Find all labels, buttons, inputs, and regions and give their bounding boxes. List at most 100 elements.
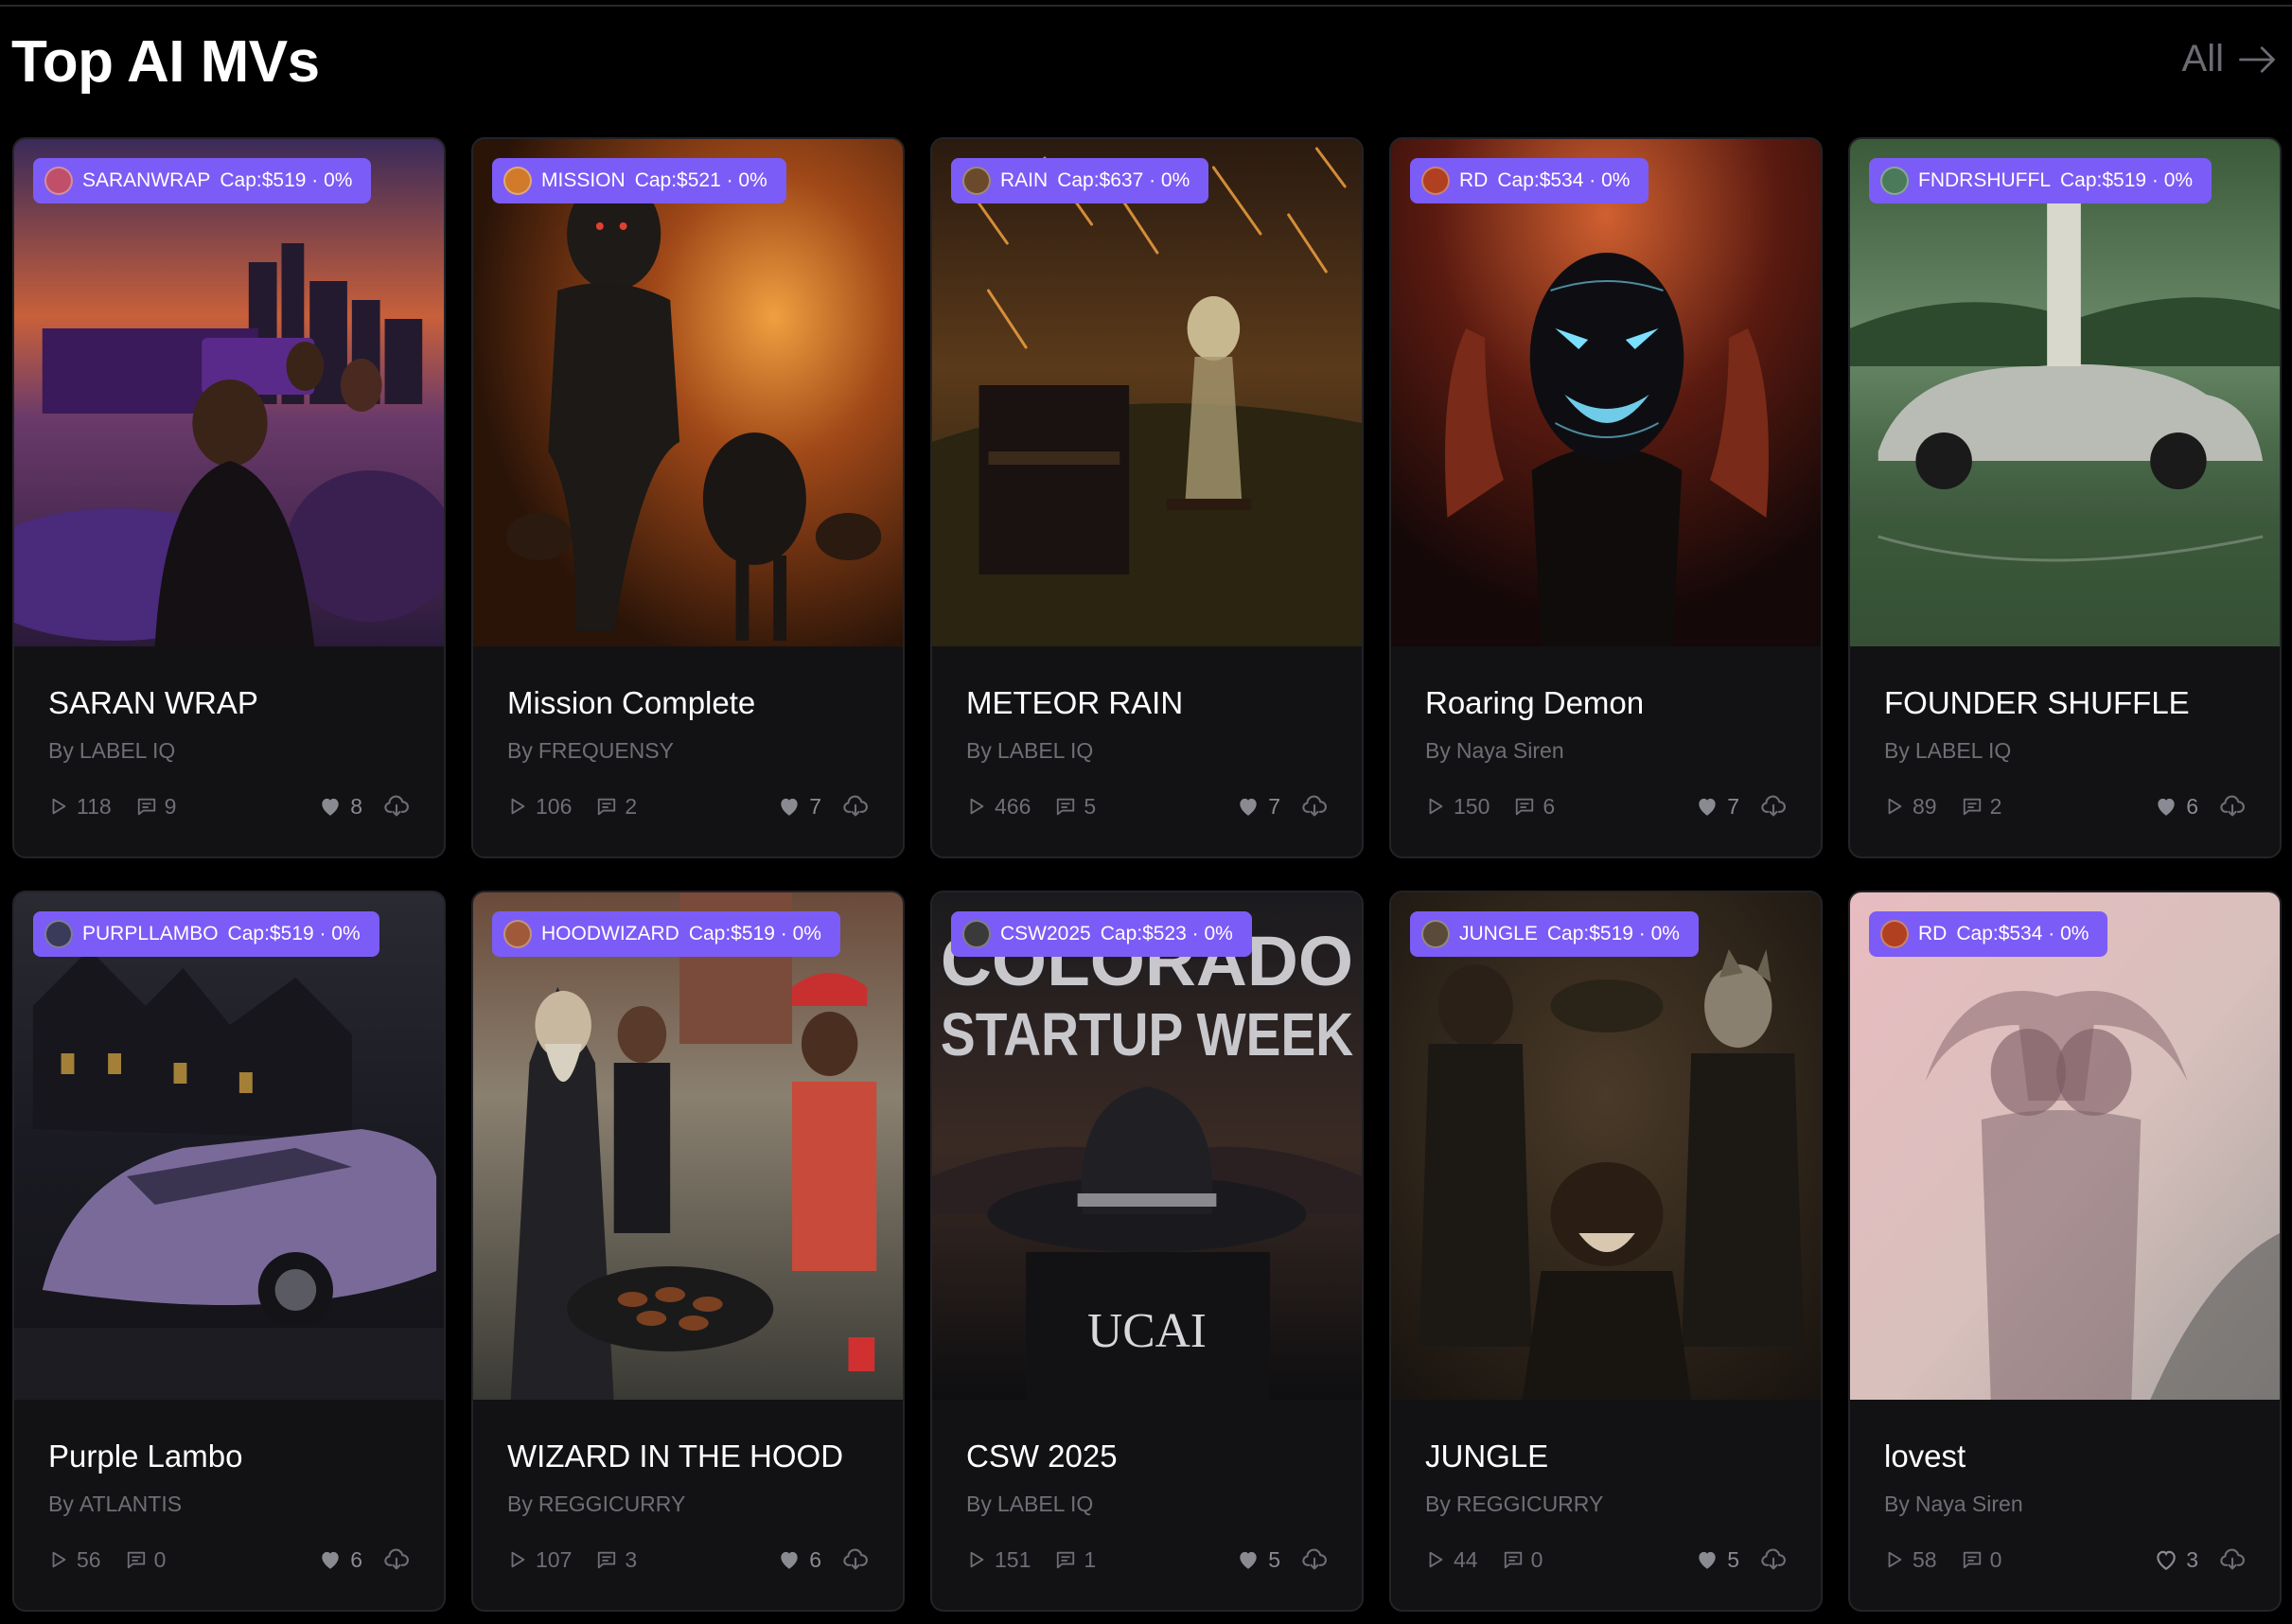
artist-line[interactable]: By LABEL IQ (966, 737, 1328, 764)
download-button[interactable] (1301, 1546, 1328, 1573)
artist-line[interactable]: By REGGICURRY (507, 1491, 869, 1517)
mv-title[interactable]: Roaring Demon (1425, 684, 1787, 722)
mv-thumbnail[interactable]: RD Cap:$534 · 0% (1850, 892, 2280, 1400)
download-button[interactable] (383, 1546, 410, 1573)
mv-card-8[interactable]: COLORADO STARTUP WEEK UCAI CSW2025 Cap:$… (930, 891, 1364, 1612)
mv-card-4[interactable]: RD Cap:$534 · 0% Roaring Demon By Naya Si… (1389, 137, 1823, 858)
like-count-value: 7 (1268, 793, 1280, 819)
download-button[interactable] (1760, 793, 1787, 820)
cover-art (14, 892, 444, 1400)
comment-count-value: 6 (1543, 793, 1556, 819)
mv-title[interactable]: lovest (1884, 1438, 2246, 1475)
mv-title[interactable]: WIZARD IN THE HOOD (507, 1438, 869, 1475)
play-count-value: 150 (1454, 793, 1490, 819)
like-button[interactable]: 7 (777, 794, 821, 820)
mv-thumbnail[interactable]: HOODWIZARD Cap:$519 · 0% (473, 892, 903, 1400)
stats-row: 466 5 7 (966, 792, 1328, 821)
token-badge[interactable]: RAIN Cap:$637 · 0% (951, 158, 1209, 203)
like-button[interactable]: 3 (2154, 1547, 2198, 1573)
artist-line[interactable]: By ATLANTIS (48, 1491, 410, 1517)
mv-thumbnail[interactable]: RD Cap:$534 · 0% (1391, 139, 1821, 646)
mv-card-6[interactable]: PURPLLAMBO Cap:$519 · 0% Purple Lambo By… (12, 891, 446, 1612)
like-count-value: 7 (809, 793, 821, 819)
mv-thumbnail[interactable]: PURPLLAMBO Cap:$519 · 0% (14, 892, 444, 1400)
mv-title[interactable]: SARAN WRAP (48, 684, 410, 722)
mv-title[interactable]: JUNGLE (1425, 1438, 1787, 1475)
download-button[interactable] (842, 793, 869, 820)
see-all-link[interactable]: All (2182, 38, 2277, 80)
token-badge[interactable]: JUNGLE Cap:$519 · 0% (1410, 911, 1699, 957)
artist-line[interactable]: By REGGICURRY (1425, 1491, 1787, 1517)
download-button[interactable] (383, 793, 410, 820)
token-badge[interactable]: PURPLLAMBO Cap:$519 · 0% (33, 911, 379, 957)
download-button[interactable] (1760, 1546, 1787, 1573)
comment-count[interactable]: 0 (1962, 1547, 2001, 1573)
mv-card-1[interactable]: SARANWRAP Cap:$519 · 0% SARAN WRAP By LAB… (12, 137, 446, 858)
like-button[interactable]: 6 (2154, 794, 2198, 820)
comment-count[interactable]: 5 (1055, 794, 1096, 820)
play-icon (970, 798, 984, 815)
download-button[interactable] (1301, 793, 1328, 820)
mv-thumbnail[interactable]: SARANWRAP Cap:$519 · 0% (14, 139, 444, 646)
mv-card-7[interactable]: HOODWIZARD Cap:$519 · 0% WIZARD IN THE H… (471, 891, 905, 1612)
token-badge[interactable]: RD Cap:$534 · 0% (1410, 158, 1649, 203)
comment-count[interactable]: 0 (1503, 1547, 1543, 1573)
token-badge[interactable]: HOODWIZARD Cap:$519 · 0% (492, 911, 840, 957)
artist-line[interactable]: By LABEL IQ (48, 737, 410, 764)
cover-art (1391, 139, 1821, 646)
comment-icon (127, 1551, 145, 1569)
comment-count[interactable]: 1 (1055, 1547, 1096, 1573)
download-button[interactable] (2219, 793, 2246, 820)
mv-card-10[interactable]: RD Cap:$534 · 0% lovest By Naya Siren 58 … (1848, 891, 2282, 1612)
by-label: By (1425, 738, 1451, 763)
download-button[interactable] (2219, 1546, 2246, 1573)
mv-thumbnail[interactable]: FNDRSHUFFL Cap:$519 · 0% (1850, 139, 2280, 646)
mv-title[interactable]: FOUNDER SHUFFLE (1884, 684, 2246, 722)
mv-title[interactable]: METEOR RAIN (966, 684, 1328, 722)
mv-card-2[interactable]: MISSION Cap:$521 · 0% Mission Complete B… (471, 137, 905, 858)
mv-title[interactable]: Mission Complete (507, 684, 869, 722)
token-badge[interactable]: SARANWRAP Cap:$519 · 0% (33, 158, 372, 203)
mv-thumbnail[interactable]: COLORADO STARTUP WEEK UCAI CSW2025 Cap:$… (932, 892, 1362, 1400)
comment-count[interactable]: 0 (126, 1547, 166, 1573)
mv-thumbnail[interactable]: RAIN Cap:$637 · 0% (932, 139, 1362, 646)
mv-card-3[interactable]: RAIN Cap:$637 · 0% METEOR RAIN By LABEL I… (930, 137, 1364, 858)
like-button[interactable]: 6 (318, 1547, 362, 1573)
like-button[interactable]: 5 (1695, 1547, 1739, 1573)
token-cap: Cap:$519 · 0% (1546, 923, 1680, 944)
mv-thumbnail[interactable]: MISSION Cap:$521 · 0% (473, 139, 903, 646)
token-avatar (44, 167, 73, 195)
token-badge[interactable]: RD Cap:$534 · 0% (1869, 911, 2108, 957)
artist-line[interactable]: By Naya Siren (1884, 1491, 2246, 1517)
artist-line[interactable]: By Naya Siren (1425, 737, 1787, 764)
mv-title[interactable]: CSW 2025 (966, 1438, 1328, 1475)
by-label: By (966, 738, 992, 763)
mv-thumbnail[interactable]: JUNGLE Cap:$519 · 0% (1391, 892, 1821, 1400)
artist-line[interactable]: By LABEL IQ (1884, 737, 2246, 764)
by-label: By (48, 1492, 74, 1516)
like-button[interactable]: 6 (777, 1547, 821, 1573)
mv-title[interactable]: Purple Lambo (48, 1438, 410, 1475)
comment-count[interactable]: 3 (596, 1547, 637, 1573)
like-button[interactable]: 7 (1695, 794, 1739, 820)
like-button[interactable]: 5 (1236, 1547, 1280, 1573)
cloud-download-icon (1302, 1548, 1327, 1570)
artist-line[interactable]: By FREQUENSY (507, 737, 869, 764)
mv-card-5[interactable]: FNDRSHUFFL Cap:$519 · 0% FOUNDER SHUFFLE… (1848, 137, 2282, 858)
token-badge[interactable]: FNDRSHUFFL Cap:$519 · 0% (1869, 158, 2213, 203)
artist-line[interactable]: By LABEL IQ (966, 1491, 1328, 1517)
like-count-value: 7 (1727, 793, 1739, 819)
token-badge[interactable]: MISSION Cap:$521 · 0% (492, 158, 786, 203)
like-button[interactable]: 7 (1236, 794, 1280, 820)
comment-count[interactable]: 2 (596, 794, 637, 820)
cloud-download-icon (2220, 1548, 2245, 1570)
token-badge[interactable]: CSW2025 Cap:$523 · 0% (951, 911, 1252, 957)
token-avatar (503, 167, 532, 195)
comment-count[interactable]: 9 (136, 794, 176, 820)
comment-count[interactable]: 6 (1514, 794, 1555, 820)
download-button[interactable] (842, 1546, 869, 1573)
like-button[interactable]: 8 (318, 794, 362, 820)
mv-card-9[interactable]: JUNGLE Cap:$519 · 0% JUNGLE By REGGICURRY… (1389, 891, 1823, 1612)
token-cap: Cap:$519 · 0% (2060, 169, 2194, 191)
comment-count[interactable]: 2 (1962, 794, 2001, 820)
